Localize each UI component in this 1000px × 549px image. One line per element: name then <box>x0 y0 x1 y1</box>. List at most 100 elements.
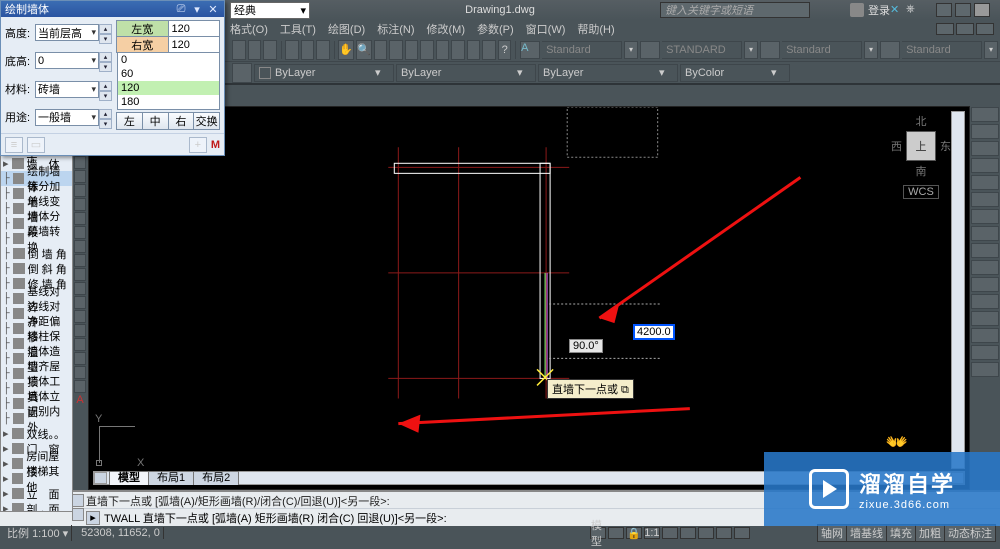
layer-color-combo[interactable]: ByLayer▾ <box>254 64 394 82</box>
menu-window[interactable]: 窗口(W) <box>526 21 566 37</box>
mdi-max[interactable] <box>956 23 974 35</box>
tab-model[interactable]: 模型 <box>109 471 149 485</box>
justify-right-button[interactable]: 右 <box>168 112 195 130</box>
exchange-icons[interactable]: ✕⎈ <box>890 3 920 17</box>
left-width-val[interactable]: 120 <box>168 20 221 37</box>
toggle-hatch[interactable]: 填充 <box>886 524 915 542</box>
mat-combo[interactable]: 砖墙▾ <box>35 81 99 98</box>
infocenter-search[interactable]: 键入关键字或短语 <box>660 2 810 18</box>
cmd-history-icon[interactable] <box>72 494 84 507</box>
base-spin[interactable]: ▴▾ <box>99 52 112 69</box>
mat-spin[interactable]: ▴▾ <box>99 81 112 98</box>
toggle-grid[interactable]: 轴网 <box>817 524 846 542</box>
list-item[interactable]: 0 <box>118 53 219 67</box>
tree-item[interactable]: ├识别内外 <box>1 411 72 426</box>
menu-modify[interactable]: 修改(M) <box>427 21 466 37</box>
props-icon[interactable] <box>405 40 419 60</box>
model-button[interactable]: 模型 <box>590 527 606 539</box>
annoscale-val[interactable]: 1:1 <box>644 527 660 539</box>
anno-vis-icon[interactable] <box>662 527 678 539</box>
mlstyle[interactable]: Standard▾ <box>880 41 998 59</box>
isolate-icon[interactable] <box>734 527 750 539</box>
tree-item[interactable]: ├幕墙转换 <box>1 231 72 246</box>
toggle-baseline[interactable]: 墙基线 <box>846 524 886 542</box>
markup-icon[interactable] <box>467 40 481 60</box>
undo-icon[interactable] <box>301 40 315 60</box>
height-combo[interactable]: 当前层高▾ <box>35 24 99 41</box>
vc-west[interactable]: 西 <box>891 138 902 154</box>
vscrollbar[interactable] <box>951 111 965 469</box>
layer-mgr-icon[interactable] <box>232 63 252 83</box>
dimstyle[interactable]: STANDARD▾ <box>640 41 758 59</box>
tree-item[interactable]: ▸双线。。 <box>1 426 72 441</box>
dc-icon[interactable] <box>420 40 434 60</box>
mdi-close[interactable] <box>976 23 994 35</box>
height-spin[interactable]: ▴▾ <box>99 24 112 41</box>
tablestyle[interactable]: Standard▾ <box>760 41 878 59</box>
pin-icon[interactable]: ⎚ <box>174 3 188 15</box>
tab-layout1[interactable]: 布局1 <box>148 471 194 485</box>
design-tree-panel[interactable]: ▸设 置▸轴网柱子▸墙 体├绘制墙体├等分加墙├单线变墙├墙体分段├幕墙转换├倒… <box>0 112 73 512</box>
dyn-length-input[interactable]: 4200.0 <box>634 325 674 339</box>
menu-tools[interactable]: 工具(T) <box>280 21 316 37</box>
wall-mode1-icon[interactable]: ≡ <box>5 137 23 153</box>
quickview-icon[interactable] <box>608 527 624 539</box>
palette-close-icon[interactable]: ✕ <box>206 3 220 15</box>
right-width-val[interactable]: 120 <box>168 36 221 53</box>
satellite-icon[interactable]: ⎈ <box>906 3 920 17</box>
save-icon[interactable] <box>263 40 277 60</box>
width-listbox[interactable]: 0 60 120 180 200 240 <box>117 52 220 110</box>
menu-param[interactable]: 参数(P) <box>477 21 514 37</box>
swap-button[interactable]: 交换 <box>193 112 220 130</box>
vc-top[interactable]: 上 <box>906 131 936 161</box>
wall-mode2-icon[interactable]: ▭ <box>27 137 45 153</box>
vc-east[interactable]: 东 <box>940 138 951 154</box>
list-item[interactable]: 60 <box>118 67 219 81</box>
justify-center-button[interactable]: 中 <box>142 112 169 130</box>
maximize-button[interactable] <box>955 3 971 17</box>
tab-layout2[interactable]: 布局2 <box>193 471 239 485</box>
command-input[interactable]: TWALL 直墙下一点或 [弧墙(A) 矩形画墙(R) 闭合(C) 回退(U)]… <box>104 510 447 526</box>
viewcube[interactable]: 北 西上东 南 WCS <box>891 113 951 199</box>
justify-left-button[interactable]: 左 <box>116 112 143 130</box>
zoom-prev-icon[interactable] <box>389 40 403 60</box>
cmd-recent-icon[interactable] <box>72 508 84 521</box>
wcs-label[interactable]: WCS <box>903 185 939 199</box>
pick-point-icon[interactable]: + <box>189 137 207 153</box>
exchange-icon[interactable]: ✕ <box>890 3 904 17</box>
menu-format[interactable]: 格式(O) <box>230 21 268 37</box>
zoom-icon[interactable]: 🔍 <box>356 40 372 60</box>
list-item[interactable]: 180 <box>118 95 219 109</box>
menu-icon[interactable]: ▾ <box>190 3 204 15</box>
close-button[interactable] <box>974 3 990 17</box>
login-button[interactable]: 登录 <box>850 2 890 18</box>
scroll-left-icon[interactable] <box>94 472 107 484</box>
use-combo[interactable]: 一般墙▾ <box>35 109 99 126</box>
vc-south[interactable]: 南 <box>891 163 951 179</box>
open-icon[interactable] <box>248 40 262 60</box>
tree-item[interactable]: ├倒 墙 角 <box>1 246 72 261</box>
base-combo[interactable]: 0▾ <box>35 52 99 69</box>
minimize-button[interactable] <box>936 3 952 17</box>
toggle-dyndim[interactable]: 动态标注 <box>944 524 996 542</box>
lineweight-combo[interactable]: ByLayer▾ <box>538 64 678 82</box>
tree-item[interactable]: ├倒 斜 角 <box>1 261 72 276</box>
tpal-icon[interactable] <box>436 40 450 60</box>
drawing-canvas[interactable]: 90.0° 4200.0 直墙下一点或 ⧉ 北 西上东 南 WCS X Y 模型… <box>88 106 970 490</box>
wall-palette[interactable]: 绘制墙体 ⎚▾✕ 高度: 当前层高▾ ▴▾ 底高: 0▾ ▴▾ 材料: 砖墙▾ … <box>0 0 225 156</box>
status-scale-label[interactable]: 比例 1:100 ▾ <box>4 525 72 541</box>
new-icon[interactable] <box>232 40 246 60</box>
calc-icon[interactable] <box>482 40 496 60</box>
toolbar-lock-icon[interactable] <box>698 527 714 539</box>
menu-dim[interactable]: 标注(N) <box>377 21 414 37</box>
vc-north[interactable]: 北 <box>891 113 951 129</box>
list-item[interactable]: 200 <box>118 109 219 110</box>
redo-icon[interactable] <box>316 40 330 60</box>
zoom-window-icon[interactable] <box>374 40 388 60</box>
pan-icon[interactable]: ✋ <box>338 40 354 60</box>
menu-help[interactable]: 帮助(H) <box>577 21 614 37</box>
use-spin[interactable]: ▴▾ <box>99 109 112 126</box>
ws-switch-icon[interactable] <box>680 527 696 539</box>
textstyle-1[interactable]: AStandard▾ <box>520 41 638 59</box>
wall-palette-title[interactable]: 绘制墙体 ⎚▾✕ <box>1 1 224 17</box>
